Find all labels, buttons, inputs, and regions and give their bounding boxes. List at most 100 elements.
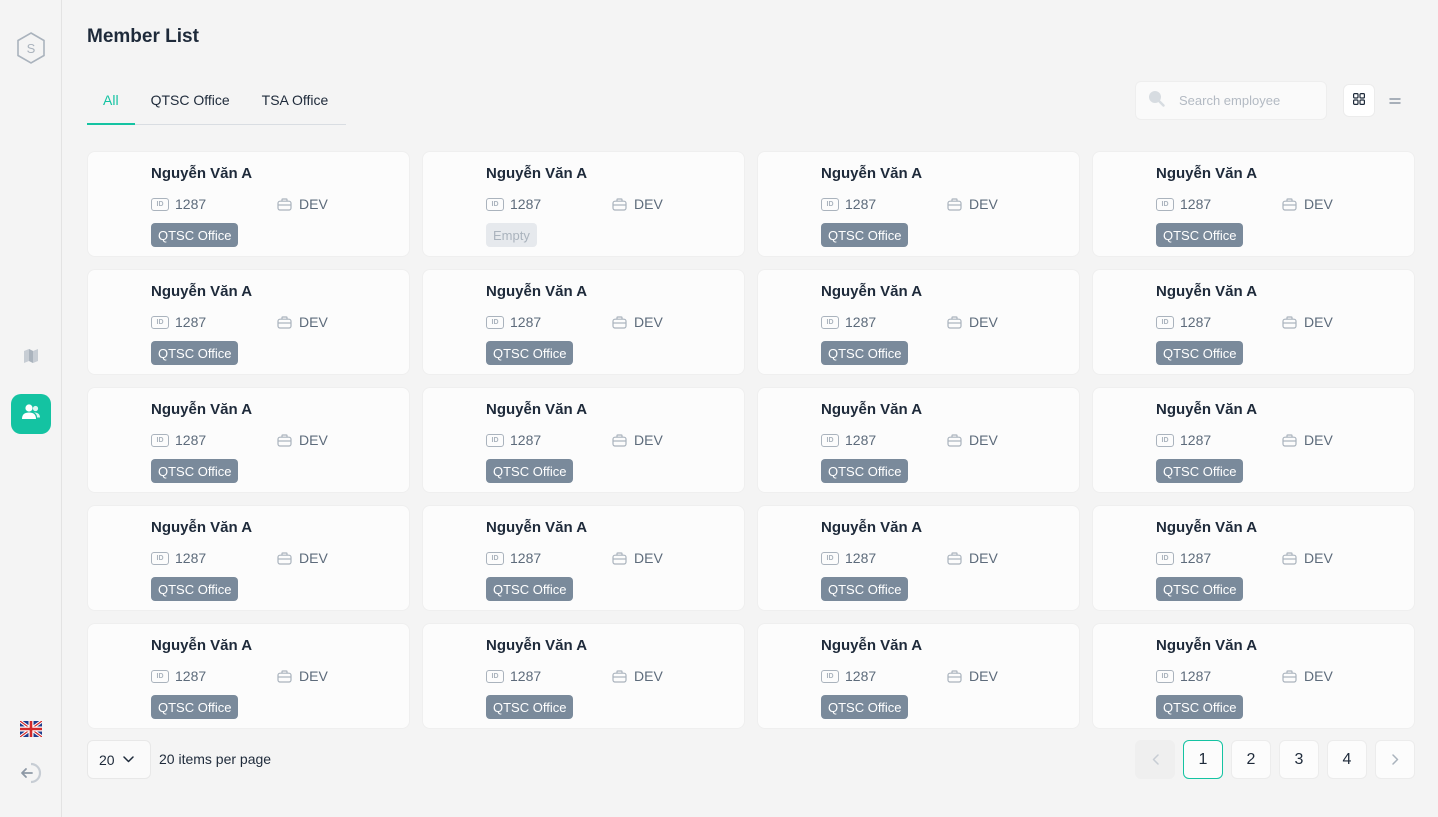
member-department: DEV <box>634 196 663 212</box>
member-card[interactable]: Nguyễn Văn A ID 1287 DEV QTSC Office <box>1092 505 1415 611</box>
member-name: Nguyễn Văn A <box>151 283 253 300</box>
office-badge: QTSC Office <box>151 695 239 719</box>
member-name: Nguyễn Văn A <box>821 401 923 418</box>
member-dept-row: DEV <box>277 432 328 448</box>
member-card[interactable]: Nguyễn Văn A ID 1287 DEV QTSC Office <box>757 269 1080 375</box>
member-id-row: ID 1287 <box>486 668 541 684</box>
uk-flag-icon <box>19 719 43 741</box>
member-department: DEV <box>634 668 663 684</box>
member-card[interactable]: Nguyễn Văn A ID 1287 DEV QTSC Office <box>1092 623 1415 729</box>
member-id: 1287 <box>1180 432 1212 448</box>
member-department: DEV <box>299 668 328 684</box>
page-button-3[interactable]: 3 <box>1279 740 1319 779</box>
next-page-button[interactable] <box>1375 740 1415 779</box>
page-button-4[interactable]: 4 <box>1327 740 1367 779</box>
member-card[interactable]: Nguyễn Văn A ID 1287 DEV QTSC Office <box>422 387 745 493</box>
member-department: DEV <box>299 196 328 212</box>
id-card-icon: ID <box>486 197 504 211</box>
page-button-2[interactable]: 2 <box>1231 740 1271 779</box>
member-dept-row: DEV <box>1282 432 1333 448</box>
member-name: Nguyễn Văn A <box>151 401 253 418</box>
tab-tsa-office[interactable]: TSA Office <box>246 84 345 125</box>
list-view-button[interactable] <box>1379 84 1411 117</box>
member-name: Nguyễn Văn A <box>151 637 253 654</box>
member-dept-row: DEV <box>277 314 328 330</box>
member-name: Nguyễn Văn A <box>821 165 923 182</box>
id-card-icon: ID <box>821 197 839 211</box>
member-dept-row: DEV <box>1282 668 1333 684</box>
briefcase-icon <box>1282 433 1297 447</box>
member-card[interactable]: Nguyễn Văn A ID 1287 DEV QTSC Office <box>422 269 745 375</box>
member-card[interactable]: Nguyễn Văn A ID 1287 DEV QTSC Office <box>757 387 1080 493</box>
page-button-1[interactable]: 1 <box>1183 740 1223 779</box>
member-dept-row: DEV <box>612 550 663 566</box>
sidebar-item-map[interactable] <box>11 338 51 378</box>
member-id: 1287 <box>845 314 877 330</box>
id-card-icon: ID <box>821 551 839 565</box>
member-card[interactable]: Nguyễn Văn A ID 1287 DEV QTSC Office <box>422 623 745 729</box>
search-icon <box>1148 90 1165 112</box>
search-input[interactable] <box>1179 93 1319 108</box>
page-title: Member List <box>87 26 199 47</box>
office-badge: QTSC Office <box>821 223 909 247</box>
app-logo[interactable]: S <box>16 32 46 64</box>
member-card[interactable]: Nguyễn Văn A ID 1287 DEV QTSC Office <box>87 505 410 611</box>
member-card[interactable]: Nguyễn Văn A ID 1287 DEV QTSC Office <box>757 623 1080 729</box>
list-view-icon <box>1389 92 1401 110</box>
member-id: 1287 <box>175 668 207 684</box>
briefcase-icon <box>1282 315 1297 329</box>
member-department: DEV <box>1304 432 1333 448</box>
id-card-icon: ID <box>151 433 169 447</box>
office-badge: QTSC Office <box>1156 223 1244 247</box>
member-department: DEV <box>1304 668 1333 684</box>
briefcase-icon <box>947 551 962 565</box>
briefcase-icon <box>277 551 292 565</box>
office-badge: QTSC Office <box>486 459 574 483</box>
office-badge: QTSC Office <box>151 459 239 483</box>
member-card[interactable]: Nguyễn Văn A ID 1287 DEV QTSC Office <box>87 151 410 257</box>
member-card[interactable]: Nguyễn Văn A ID 1287 DEV QTSC Office <box>757 151 1080 257</box>
member-card[interactable]: Nguyễn Văn A ID 1287 DEV QTSC Office <box>1092 269 1415 375</box>
sidebar-item-members[interactable] <box>11 394 51 434</box>
member-dept-row: DEV <box>277 196 328 212</box>
member-card[interactable]: Nguyễn Văn A ID 1287 DEV Empty <box>422 151 745 257</box>
member-id: 1287 <box>1180 550 1212 566</box>
member-name: Nguyễn Văn A <box>1156 165 1258 182</box>
office-badge: QTSC Office <box>151 341 239 365</box>
member-id-row: ID 1287 <box>821 196 876 212</box>
member-id: 1287 <box>510 196 542 212</box>
member-department: DEV <box>969 668 998 684</box>
briefcase-icon <box>947 433 962 447</box>
id-card-icon: ID <box>821 315 839 329</box>
member-card[interactable]: Nguyễn Văn A ID 1287 DEV QTSC Office <box>422 505 745 611</box>
member-dept-row: DEV <box>612 314 663 330</box>
page-size-select[interactable]: 20 <box>87 740 151 779</box>
member-id: 1287 <box>175 196 207 212</box>
id-card-icon: ID <box>1156 433 1174 447</box>
member-card[interactable]: Nguyễn Văn A ID 1287 DEV QTSC Office <box>87 269 410 375</box>
briefcase-icon <box>277 315 292 329</box>
search-box[interactable] <box>1135 81 1327 120</box>
member-dept-row: DEV <box>947 196 998 212</box>
member-card[interactable]: Nguyễn Văn A ID 1287 DEV QTSC Office <box>87 387 410 493</box>
member-department: DEV <box>969 314 998 330</box>
member-department: DEV <box>299 432 328 448</box>
office-badge: Empty <box>486 223 537 247</box>
tab-all[interactable]: All <box>87 84 135 125</box>
language-switch[interactable] <box>19 719 43 739</box>
logout-button[interactable] <box>20 762 42 784</box>
member-card[interactable]: Nguyễn Văn A ID 1287 DEV QTSC Office <box>1092 151 1415 257</box>
member-card[interactable]: Nguyễn Văn A ID 1287 DEV QTSC Office <box>1092 387 1415 493</box>
member-card[interactable]: Nguyễn Văn A ID 1287 DEV QTSC Office <box>757 505 1080 611</box>
member-card[interactable]: Nguyễn Văn A ID 1287 DEV QTSC Office <box>87 623 410 729</box>
office-badge: QTSC Office <box>821 341 909 365</box>
member-dept-row: DEV <box>277 550 328 566</box>
grid-view-button[interactable] <box>1343 84 1375 117</box>
member-grid: Nguyễn Văn A ID 1287 DEV QTSC Office Ngu… <box>87 151 1415 729</box>
briefcase-icon <box>277 669 292 683</box>
member-dept-row: DEV <box>612 432 663 448</box>
tab-qtsc-office[interactable]: QTSC Office <box>135 84 246 125</box>
member-dept-row: DEV <box>947 314 998 330</box>
member-id: 1287 <box>1180 314 1212 330</box>
prev-page-button[interactable] <box>1135 740 1175 779</box>
